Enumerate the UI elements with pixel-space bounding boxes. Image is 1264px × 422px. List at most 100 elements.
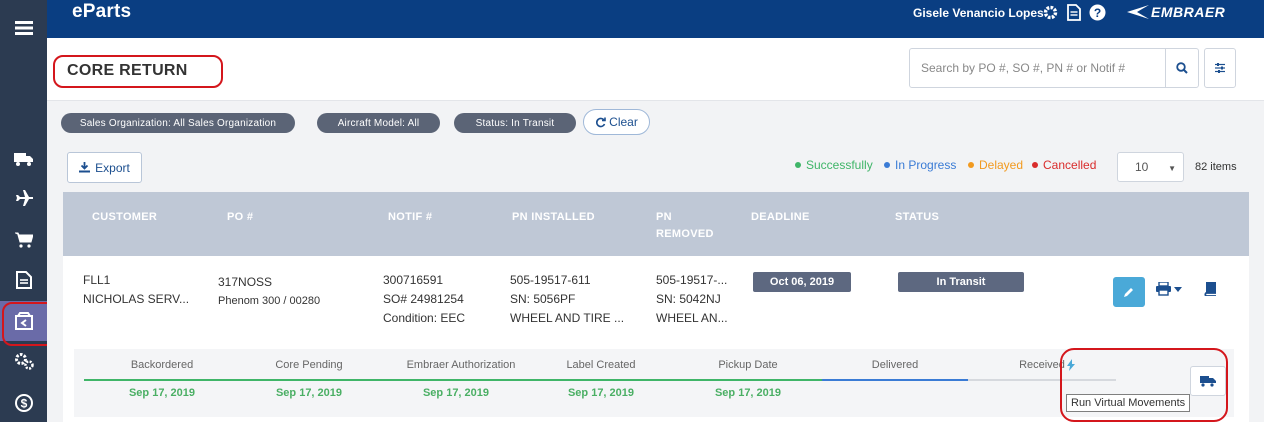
document-icon[interactable]	[1067, 4, 1081, 26]
search-input[interactable]	[910, 49, 1166, 87]
app-title: eParts	[72, 1, 132, 22]
status-badge: In Transit	[898, 272, 1024, 292]
pn-installed-desc: WHEEL AND TIRE ...	[510, 311, 625, 325]
po-cell: 317NOSS Phenom 300 / 00280	[218, 273, 320, 311]
col-po[interactable]: PO #	[227, 209, 253, 226]
legend-delayed: Delayed	[968, 158, 1023, 172]
lightning-icon	[1067, 358, 1075, 376]
step-embraer-authorization-label: Embraer Authorization	[406, 359, 516, 371]
caret-down-icon	[1174, 286, 1182, 292]
filter-settings-button[interactable]	[1204, 48, 1236, 88]
col-pn-removed-line2: REMOVED	[656, 228, 714, 240]
so-number: SO# 24981254	[383, 292, 464, 306]
customer-name: NICHOLAS SERV...	[83, 292, 190, 306]
dollar-icon[interactable]: $	[0, 383, 47, 422]
legend-successfully: Successfully	[795, 158, 873, 172]
filter-chip-sales-org[interactable]: Sales Organization: All Sales Organizati…	[61, 113, 295, 133]
po-detail: Phenom 300 / 00280	[218, 295, 321, 307]
sidebar: $	[0, 0, 47, 422]
refresh-icon	[596, 117, 606, 127]
customer-code: FLL1	[83, 273, 111, 287]
top-bar: eParts Gisele Venancio Lopes ? EMBRAER	[47, 0, 1264, 38]
pn-installed-cell: 505-19517-611 SN: 5056PF WHEEL AND TIRE …	[510, 271, 624, 328]
clear-label: Clear	[609, 115, 638, 129]
export-button[interactable]: Export	[67, 152, 142, 183]
step-pickup-date-label: Pickup Date	[718, 359, 778, 371]
progress-line-active	[822, 379, 968, 381]
progress-line-complete	[84, 379, 822, 381]
notif-cell: 300716591 SO# 24981254 Condition: EEC	[383, 271, 465, 328]
truck-icon[interactable]	[0, 139, 47, 179]
legend-label: Delayed	[979, 158, 1024, 172]
logo-text: EMBRAER	[1151, 4, 1226, 20]
items-count: 82 items	[1195, 161, 1237, 173]
step-core-pending-label: Core Pending	[275, 359, 343, 371]
notif-number: 300716591	[383, 273, 444, 287]
filter-chip-aircraft-model[interactable]: Aircraft Model: All	[317, 113, 440, 133]
core-return-icon[interactable]	[0, 301, 47, 341]
truck-icon	[1200, 376, 1216, 387]
pn-installed-sn: SN: 5056PF	[510, 292, 576, 306]
col-pn-removed[interactable]: PN REMOVED	[656, 209, 714, 243]
page-title: CORE RETURN	[67, 62, 188, 79]
book-icon[interactable]	[1203, 281, 1217, 301]
svg-text:?: ?	[1094, 6, 1101, 20]
customer-cell: FLL1 NICHOLAS SERV...	[83, 271, 189, 309]
col-customer[interactable]: CUSTOMER	[92, 209, 157, 226]
search-box	[909, 48, 1199, 88]
legend-label: In Progress	[895, 158, 957, 172]
edit-button[interactable]	[1113, 277, 1145, 307]
step-embraer-authorization-date: Sep 17, 2019	[422, 387, 490, 399]
legend-in-progress: In Progress	[884, 158, 956, 172]
deadline-badge: Oct 06, 2019	[753, 272, 851, 292]
document-icon[interactable]	[0, 260, 47, 300]
gears-icon[interactable]	[0, 341, 47, 381]
col-pn-removed-line1: PN	[656, 211, 672, 223]
caret-down-icon: ▼	[1168, 164, 1176, 173]
download-icon	[79, 162, 91, 173]
col-pn-installed[interactable]: PN INSTALLED	[512, 209, 595, 226]
print-menu-button[interactable]	[1156, 282, 1182, 296]
col-status[interactable]: STATUS	[895, 209, 939, 226]
run-virtual-movements-button[interactable]	[1190, 366, 1226, 396]
cart-icon[interactable]	[0, 220, 47, 260]
legend-dot	[884, 162, 890, 168]
menu-icon[interactable]	[0, 8, 47, 48]
main-content: CORE RETURN Sales Organization: All Sale…	[47, 38, 1264, 422]
col-deadline[interactable]: DEADLINE	[751, 209, 810, 226]
progress-line-pending	[968, 379, 1116, 381]
pn-removed: 505-19517-...	[656, 273, 728, 287]
embraer-logo: EMBRAER	[1127, 4, 1225, 20]
step-label-created-date: Sep 17, 2019	[567, 387, 635, 399]
col-notif[interactable]: NOTIF #	[388, 209, 432, 226]
po-number: 317NOSS	[218, 275, 273, 289]
pencil-icon	[1124, 288, 1133, 297]
step-label-created-label: Label Created	[566, 359, 636, 371]
page-header: CORE RETURN	[47, 38, 1264, 101]
progress-tracker: Backordered Core Pending Embraer Authori…	[74, 349, 1234, 417]
legend-dot	[1032, 162, 1038, 168]
printer-icon	[1156, 282, 1171, 296]
page-size-value: 10	[1135, 160, 1149, 174]
legend-label: Successfully	[806, 158, 873, 172]
pn-removed-desc: WHEEL AN...	[656, 311, 728, 325]
step-backordered-label: Backordered	[130, 359, 194, 371]
help-icon[interactable]: ?	[1089, 4, 1106, 26]
legend-cancelled: Cancelled	[1032, 158, 1096, 172]
pn-removed-sn: SN: 5042NJ	[656, 292, 721, 306]
plane-icon[interactable]	[0, 179, 47, 219]
step-delivered-label: Delivered	[871, 359, 919, 371]
condition: Condition: EEC	[383, 311, 466, 325]
sliders-icon	[1215, 63, 1225, 73]
settings-icon[interactable]	[1042, 4, 1059, 26]
step-pickup-date-date: Sep 17, 2019	[714, 387, 782, 399]
legend-dot	[968, 162, 974, 168]
search-icon[interactable]	[1165, 49, 1198, 87]
filter-chip-status[interactable]: Status: In Transit	[454, 113, 576, 133]
step-received-label: Received	[1019, 359, 1065, 371]
step-backordered-date: Sep 17, 2019	[128, 387, 196, 399]
user-name[interactable]: Gisele Venancio Lopes	[913, 6, 1044, 20]
page-size-select[interactable]: 10 ▼	[1117, 152, 1184, 182]
clear-filters-button[interactable]: Clear	[583, 109, 650, 135]
pn-removed-cell: 505-19517-... SN: 5042NJ WHEEL AN...	[656, 271, 728, 328]
